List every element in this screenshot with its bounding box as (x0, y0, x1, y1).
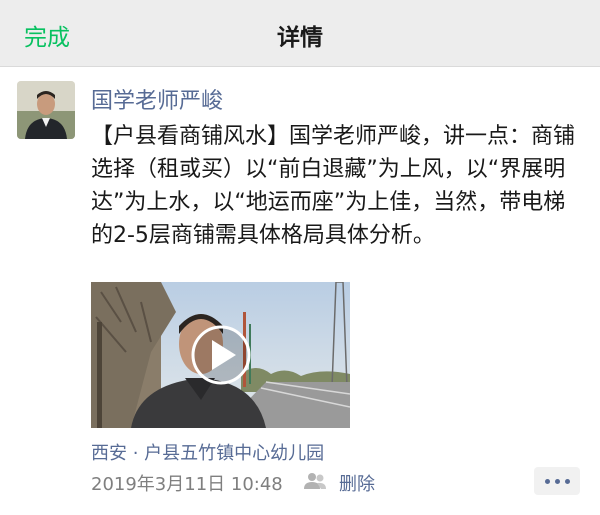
post-timestamp: 2019年3月11日 10:48 (91, 474, 283, 495)
navigation-bar: 完成 详情 (0, 0, 600, 67)
avatar[interactable] (17, 81, 75, 139)
more-dots-icon (545, 479, 550, 484)
video-frame (91, 282, 350, 428)
post-text: 【户县看商铺风水】国学老师严峻，讲一点：商铺选择（租或买）以“前白退藏”为上风，… (91, 124, 576, 248)
author-name[interactable]: 国学老师严峻 (91, 83, 223, 115)
play-icon[interactable] (191, 325, 251, 385)
more-dot (565, 479, 570, 484)
location-link[interactable]: 西安 · 户县五竹镇中心幼儿园 (91, 439, 324, 465)
page-title: 详情 (277, 25, 323, 51)
moment-post: 国学老师严峻 【户县看商铺风水】国学老师严峻，讲一点：商铺选择（租或买）以“前白… (0, 67, 600, 515)
friends-icon (304, 473, 326, 489)
more-options-button[interactable] (534, 467, 580, 495)
more-dot (555, 479, 560, 484)
delete-button[interactable]: 删除 (339, 470, 375, 496)
video-thumbnail[interactable] (91, 282, 350, 428)
avatar-image (17, 81, 75, 139)
